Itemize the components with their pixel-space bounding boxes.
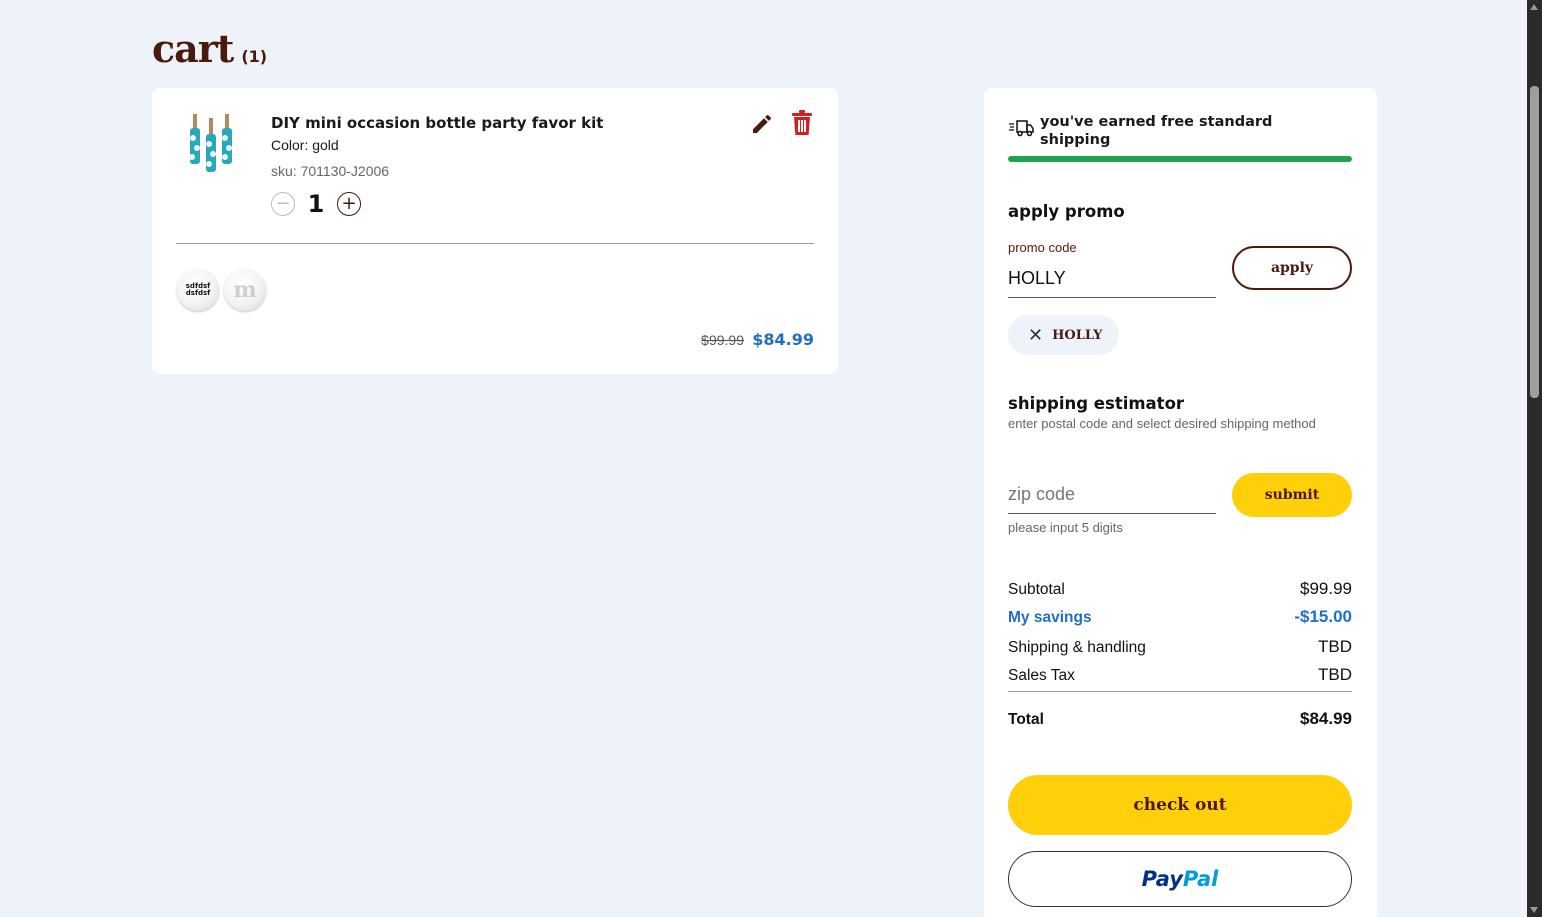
- promo-code-input[interactable]: [1008, 260, 1216, 298]
- shipping-value: TBD: [1318, 637, 1352, 656]
- product-sku: sku: 701130-J2006: [271, 163, 390, 179]
- sales-tax-row: Sales Tax TBD: [1008, 665, 1352, 685]
- savings-label[interactable]: My savings: [1008, 609, 1092, 627]
- checkout-button[interactable]: check out: [1008, 775, 1352, 835]
- applied-promo-code: HOLLY: [1052, 327, 1103, 343]
- paypal-logo-pay: Pay: [1141, 867, 1183, 891]
- sale-price: $84.99: [752, 330, 814, 349]
- page-scrollbar[interactable]: [1527, 0, 1542, 917]
- subtotal-value: $99.99: [1300, 579, 1352, 598]
- shipping-estimator-subtext: enter postal code and select desired shi…: [1008, 416, 1316, 431]
- scroll-down-arrow-icon[interactable]: [1530, 907, 1538, 913]
- candy-print-preview[interactable]: sdfdsf dsfdsf: [177, 269, 219, 311]
- item-divider: [176, 243, 814, 244]
- paypal-logo-pal: Pal: [1182, 867, 1219, 891]
- original-price: $99.99: [701, 332, 744, 348]
- order-summary: you've earned free standard shipping app…: [984, 88, 1377, 917]
- savings-row: My savings -$15.00: [1008, 607, 1352, 627]
- sales-tax-value: TBD: [1318, 665, 1352, 684]
- pencil-icon[interactable]: [750, 112, 774, 136]
- product-color: Color: gold: [271, 137, 339, 153]
- page-title-text: cart: [152, 26, 234, 71]
- submit-zip-button[interactable]: submit: [1232, 473, 1352, 517]
- promo-heading: apply promo: [1008, 202, 1125, 221]
- zip-code-input[interactable]: [1008, 476, 1216, 514]
- apply-promo-button[interactable]: apply: [1232, 246, 1352, 290]
- quantity-value: 1: [307, 190, 325, 218]
- total-value: $84.99: [1300, 709, 1352, 728]
- increase-quantity-button[interactable]: +: [337, 192, 361, 216]
- delivery-truck-icon: [1009, 120, 1034, 137]
- shipping-label: Shipping & handling: [1008, 639, 1146, 656]
- product-name[interactable]: DIY mini occasion bottle party favor kit: [271, 114, 603, 132]
- savings-value: -$15.00: [1294, 607, 1352, 626]
- shipping-estimator-heading: shipping estimator: [1008, 394, 1185, 413]
- free-shipping-progress-fill: [1008, 156, 1352, 162]
- quantity-stepper: − 1 +: [271, 190, 361, 218]
- scrollbar-thumb[interactable]: [1530, 86, 1539, 398]
- total-row: Total $84.99: [1008, 709, 1352, 729]
- subtotal-row: Subtotal $99.99: [1008, 579, 1352, 599]
- sales-tax-label: Sales Tax: [1008, 667, 1075, 684]
- free-shipping-progress: [1008, 156, 1352, 162]
- minus-icon: −: [275, 193, 291, 214]
- plus-icon: +: [341, 193, 357, 214]
- free-shipping-message: you've earned free standard shipping: [1040, 114, 1273, 148]
- applied-promo-chip: ✕ HOLLY: [1008, 315, 1119, 355]
- cart-count: (1): [241, 47, 268, 66]
- scroll-up-arrow-icon[interactable]: [1530, 4, 1538, 10]
- promo-code-label: promo code: [1008, 240, 1077, 255]
- subtotal-label: Subtotal: [1008, 581, 1065, 598]
- paypal-button[interactable]: Pay Pal: [1008, 851, 1352, 907]
- total-label: Total: [1008, 711, 1044, 728]
- remove-promo-icon[interactable]: ✕: [1028, 325, 1043, 346]
- candy-logo-preview[interactable]: m: [224, 269, 266, 311]
- total-divider: [1008, 691, 1352, 692]
- decrease-quantity-button[interactable]: −: [271, 192, 295, 216]
- product-thumbnail[interactable]: [180, 112, 244, 182]
- zip-code-hint: please input 5 digits: [1008, 520, 1123, 535]
- trash-icon[interactable]: [791, 110, 813, 136]
- page-title: cart (1): [152, 26, 267, 71]
- cart-item-card: DIY mini occasion bottle party favor kit…: [152, 88, 838, 374]
- shipping-row: Shipping & handling TBD: [1008, 637, 1352, 657]
